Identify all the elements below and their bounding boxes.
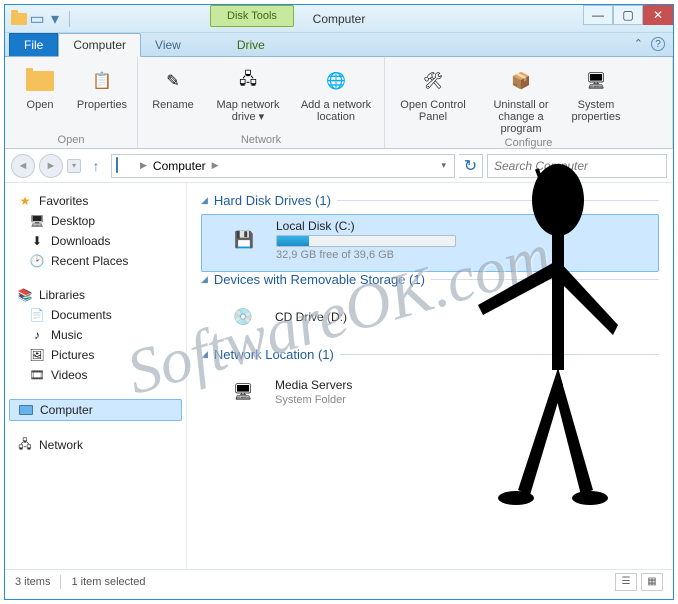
- forward-button[interactable]: ►: [39, 154, 63, 178]
- ribbon-collapse-icon[interactable]: ⌃: [634, 37, 643, 51]
- tree-recent[interactable]: 🕑Recent Places: [9, 251, 182, 271]
- tree-network[interactable]: 🖧Network: [9, 435, 182, 455]
- videos-icon: 🎞: [29, 367, 45, 383]
- system-icon: 🖥: [580, 65, 612, 97]
- control-panel-button[interactable]: 🛠 Open Control Panel: [391, 61, 475, 135]
- drive-free-text: 32,9 GB free of 39,6 GB: [276, 249, 456, 261]
- breadcrumb-computer[interactable]: Computer: [151, 159, 208, 173]
- search-input[interactable]: [487, 154, 667, 178]
- drive-subtext: System Folder: [275, 394, 352, 406]
- network-icon: 🖧: [17, 437, 33, 453]
- ribbon-group-network: Network: [144, 132, 378, 146]
- downloads-icon: ⬇: [29, 233, 45, 249]
- nav-bar: ◄ ► ▾ ↑ ▶ Computer ▶ ▾ ↻: [5, 149, 673, 183]
- collapse-icon: ◢: [201, 274, 208, 285]
- tree-libraries[interactable]: 📚Libraries: [9, 285, 182, 305]
- app-icon: [11, 11, 27, 27]
- tab-drive[interactable]: Drive: [223, 34, 279, 56]
- status-selected-count: 1 item selected: [71, 576, 145, 588]
- chevron-right-icon: ▶: [136, 160, 151, 171]
- tree-documents[interactable]: 📄Documents: [9, 305, 182, 325]
- add-network-location-button[interactable]: 🌐 Add a network location: [294, 61, 378, 132]
- ribbon-tabs: File Computer View Drive ⌃ ?: [5, 33, 673, 57]
- status-item-count: 3 items: [15, 576, 50, 588]
- up-button[interactable]: ↑: [85, 155, 107, 177]
- drive-name: Media Servers: [275, 378, 352, 392]
- view-details-button[interactable]: ☰: [615, 573, 637, 591]
- drive-name: Local Disk (C:): [276, 219, 456, 233]
- qat-newfolder-icon[interactable]: ▾: [47, 11, 63, 27]
- computer-icon: [18, 402, 34, 418]
- content-pane: ◢ Hard Disk Drives (1) 💾 Local Disk (C:)…: [187, 183, 673, 569]
- back-button[interactable]: ◄: [11, 154, 35, 178]
- address-dropdown-icon[interactable]: ▾: [437, 160, 450, 171]
- media-server-icon: 🖥: [221, 372, 265, 412]
- group-hdd[interactable]: ◢ Hard Disk Drives (1): [201, 193, 659, 208]
- hdd-icon: 💾: [222, 220, 266, 260]
- map-network-drive-button[interactable]: 🖧 Map network drive ▾: [206, 61, 290, 132]
- status-bar: 3 items 1 item selected ☰ ▦: [5, 569, 673, 593]
- rename-button[interactable]: ✎ Rename: [144, 61, 202, 132]
- properties-button[interactable]: 📋 Properties: [73, 61, 131, 132]
- titlebar: ▭ ▾ Disk Tools Computer — ▢ ✕: [5, 5, 673, 33]
- cd-icon: 💿: [221, 297, 265, 337]
- music-icon: ♪: [29, 327, 45, 343]
- view-icons-button[interactable]: ▦: [641, 573, 663, 591]
- chevron-right-icon: ▶: [208, 160, 223, 171]
- uninstall-icon: 📦: [505, 65, 537, 97]
- desktop-icon: 🖥: [29, 213, 45, 229]
- tree-videos[interactable]: 🎞Videos: [9, 365, 182, 385]
- storage-bar: [276, 235, 456, 247]
- control-panel-icon: 🛠: [417, 65, 449, 97]
- refresh-button[interactable]: ↻: [459, 154, 483, 178]
- drive-name: CD Drive (D:): [275, 310, 347, 324]
- help-icon[interactable]: ?: [651, 37, 665, 51]
- address-bar[interactable]: ▶ Computer ▶ ▾: [111, 154, 455, 178]
- history-dropdown[interactable]: ▾: [67, 159, 81, 173]
- group-removable[interactable]: ◢ Devices with Removable Storage (1): [201, 272, 659, 287]
- tab-computer[interactable]: Computer: [58, 33, 141, 57]
- close-button[interactable]: ✕: [643, 5, 673, 25]
- network-drive-icon: 🖧: [232, 65, 264, 97]
- tree-downloads[interactable]: ⬇Downloads: [9, 231, 182, 251]
- tree-favorites[interactable]: ★Favorites: [9, 191, 182, 211]
- ribbon: Open 📋 Properties Open ✎ Rename 🖧 Map ne…: [5, 57, 673, 149]
- contextual-tab-label: Disk Tools: [210, 5, 294, 27]
- tree-music[interactable]: ♪Music: [9, 325, 182, 345]
- window-title: Computer: [313, 12, 366, 26]
- tab-view[interactable]: View: [141, 34, 195, 56]
- documents-icon: 📄: [29, 307, 45, 323]
- minimize-button[interactable]: —: [583, 5, 613, 25]
- tab-file[interactable]: File: [9, 33, 58, 56]
- collapse-icon: ◢: [201, 349, 208, 360]
- rename-icon: ✎: [157, 65, 189, 97]
- libraries-icon: 📚: [17, 287, 33, 303]
- recent-icon: 🕑: [29, 253, 45, 269]
- computer-icon: [116, 158, 132, 174]
- properties-icon: 📋: [86, 65, 118, 97]
- ribbon-group-configure: Configure: [391, 135, 666, 149]
- network-add-icon: 🌐: [320, 65, 352, 97]
- ribbon-group-open: Open: [11, 132, 131, 146]
- nav-tree: ★Favorites 🖥Desktop ⬇Downloads 🕑Recent P…: [5, 183, 187, 569]
- uninstall-button[interactable]: 📦 Uninstall or change a program: [479, 61, 563, 135]
- tree-pictures[interactable]: 🖼Pictures: [9, 345, 182, 365]
- drive-media-servers[interactable]: 🖥 Media Servers System Folder: [201, 368, 659, 422]
- qat-properties-icon[interactable]: ▭: [29, 11, 45, 27]
- tree-computer[interactable]: Computer: [9, 399, 182, 421]
- maximize-button[interactable]: ▢: [613, 5, 643, 25]
- pictures-icon: 🖼: [29, 347, 45, 363]
- tree-desktop[interactable]: 🖥Desktop: [9, 211, 182, 231]
- drive-cd-d[interactable]: 💿 CD Drive (D:): [201, 293, 659, 347]
- group-network-location[interactable]: ◢ Network Location (1): [201, 347, 659, 362]
- drive-local-c[interactable]: 💾 Local Disk (C:) 32,9 GB free of 39,6 G…: [201, 214, 659, 272]
- star-icon: ★: [17, 193, 33, 209]
- collapse-icon: ◢: [201, 195, 208, 206]
- open-button[interactable]: Open: [11, 61, 69, 132]
- folder-open-icon: [24, 65, 56, 97]
- system-properties-button[interactable]: 🖥 System properties: [567, 61, 625, 135]
- explorer-window: ▭ ▾ Disk Tools Computer — ▢ ✕ File Compu…: [4, 4, 674, 600]
